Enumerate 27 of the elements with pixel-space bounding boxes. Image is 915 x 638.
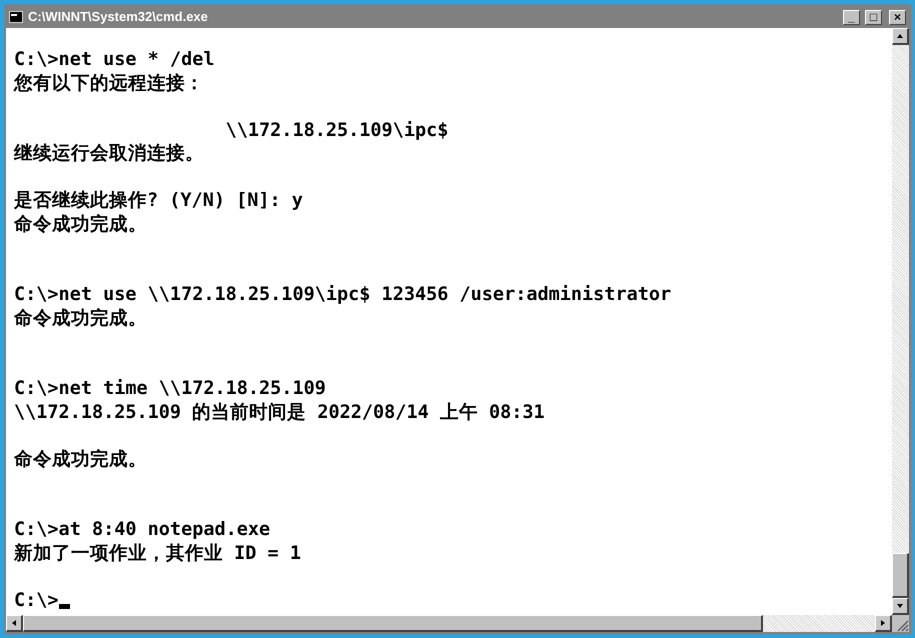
console-line: 是否继续此操作? (Y/N) [N]: y [14, 190, 303, 211]
maximize-button[interactable]: □ [865, 10, 882, 24]
command-prompt: C:\> [14, 588, 59, 612]
scroll-left-button[interactable] [6, 615, 23, 632]
minimize-button[interactable]: _ [843, 10, 860, 24]
scrollbar-thumb[interactable] [23, 615, 763, 632]
scrollbar-thumb[interactable] [892, 553, 909, 598]
console-line: C:\>net use \\172.18.25.109\ipc$ 123456 /user:administrator [14, 284, 672, 305]
scroll-right-button[interactable] [875, 615, 892, 632]
scroll-down-button[interactable] [892, 598, 909, 615]
console-line: 新加了一项作业，其作业 ID = 1 [14, 542, 301, 564]
horizontal-scrollbar[interactable] [6, 615, 892, 632]
console-line: 继续运行会取消连接。 [14, 143, 204, 164]
console-line: 您有以下的远程连接： [14, 72, 204, 94]
console-line: C:\>net time \\172.18.25.109 [14, 378, 326, 399]
console-line: 命令成功完成。 [14, 308, 147, 328]
console-line: \\172.18.25.109 的当前时间是 2022/08/14 上午 08:31 [14, 402, 545, 422]
console-line: \\172.18.25.109\ipc$ [224, 120, 448, 140]
console-line: C:\>net use * /del [14, 49, 214, 70]
window-title: C:\WINNT\System32\cmd.exe [28, 8, 208, 26]
console-line: 命令成功完成。 [14, 214, 147, 234]
console-icon [9, 11, 23, 23]
close-button[interactable]: × [889, 10, 906, 24]
console-line: 命令成功完成。 [14, 448, 147, 470]
scroll-up-button[interactable] [892, 28, 909, 45]
console-line: C:\>at 8:40 notepad.exe [14, 519, 270, 540]
vertical-scrollbar[interactable] [892, 28, 909, 615]
